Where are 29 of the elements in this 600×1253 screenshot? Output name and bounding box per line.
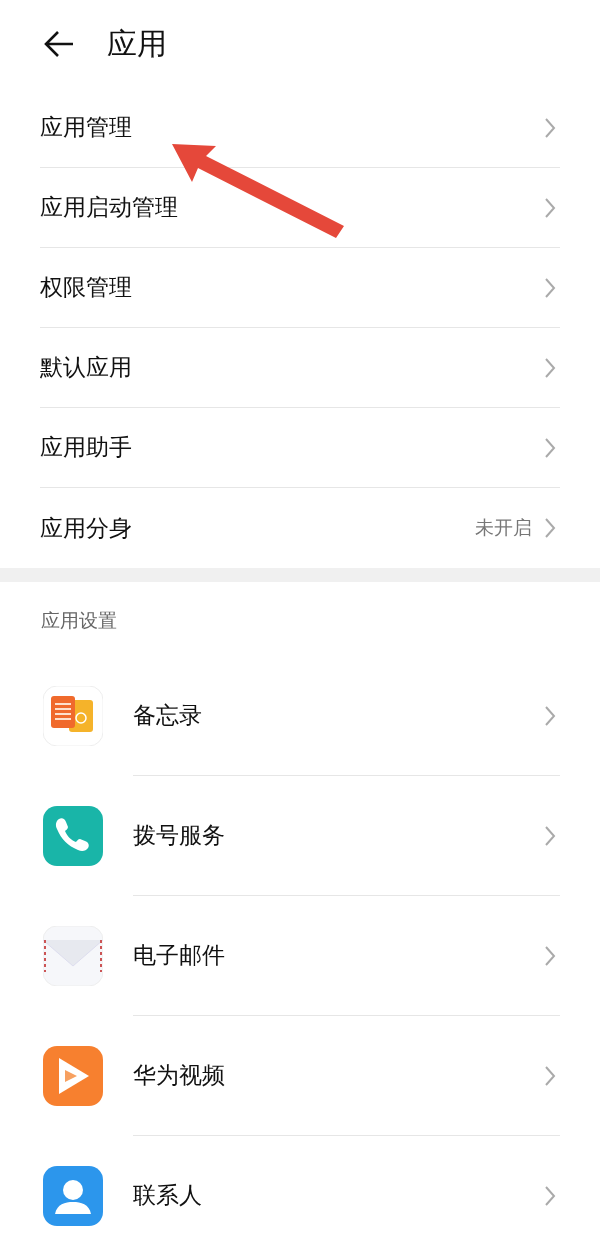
menu-item[interactable]: 默认应用: [40, 328, 560, 408]
contacts-app-icon: [43, 1166, 103, 1226]
section-heading: 应用设置: [40, 608, 118, 633]
menu-item[interactable]: 应用分身 未开启: [40, 488, 560, 568]
notes-app-icon: [43, 686, 103, 746]
menu-item[interactable]: 权限管理: [40, 248, 560, 328]
status-text: 未开启: [475, 515, 532, 540]
chevron-icon: [544, 944, 556, 967]
envelope-icon: [43, 926, 103, 986]
play-app-icon: [43, 1046, 103, 1106]
app-item[interactable]: 华为视频: [133, 1016, 560, 1136]
chevron-icon: [544, 356, 556, 379]
phone-app-icon: [43, 806, 103, 866]
back-icon[interactable]: [43, 30, 75, 58]
chevron-icon: [544, 517, 556, 539]
app-item[interactable]: 联系人: [133, 1136, 560, 1253]
chevron-icon: [544, 116, 556, 139]
chevron-icon: [544, 436, 556, 459]
chevron-icon: [544, 704, 556, 727]
page-title: 应用: [107, 24, 167, 63]
app-item[interactable]: 拨号服务: [133, 776, 560, 896]
chevron-icon: [544, 824, 556, 847]
app-item[interactable]: 备忘录: [133, 656, 560, 776]
chevron-icon: [544, 196, 556, 219]
app-item[interactable]: 电子邮件: [133, 896, 560, 1016]
chevron-icon: [544, 276, 556, 299]
chevron-icon: [544, 1184, 556, 1207]
menu-item[interactable]: 应用助手: [40, 408, 560, 488]
chevron-icon: [544, 1064, 556, 1087]
